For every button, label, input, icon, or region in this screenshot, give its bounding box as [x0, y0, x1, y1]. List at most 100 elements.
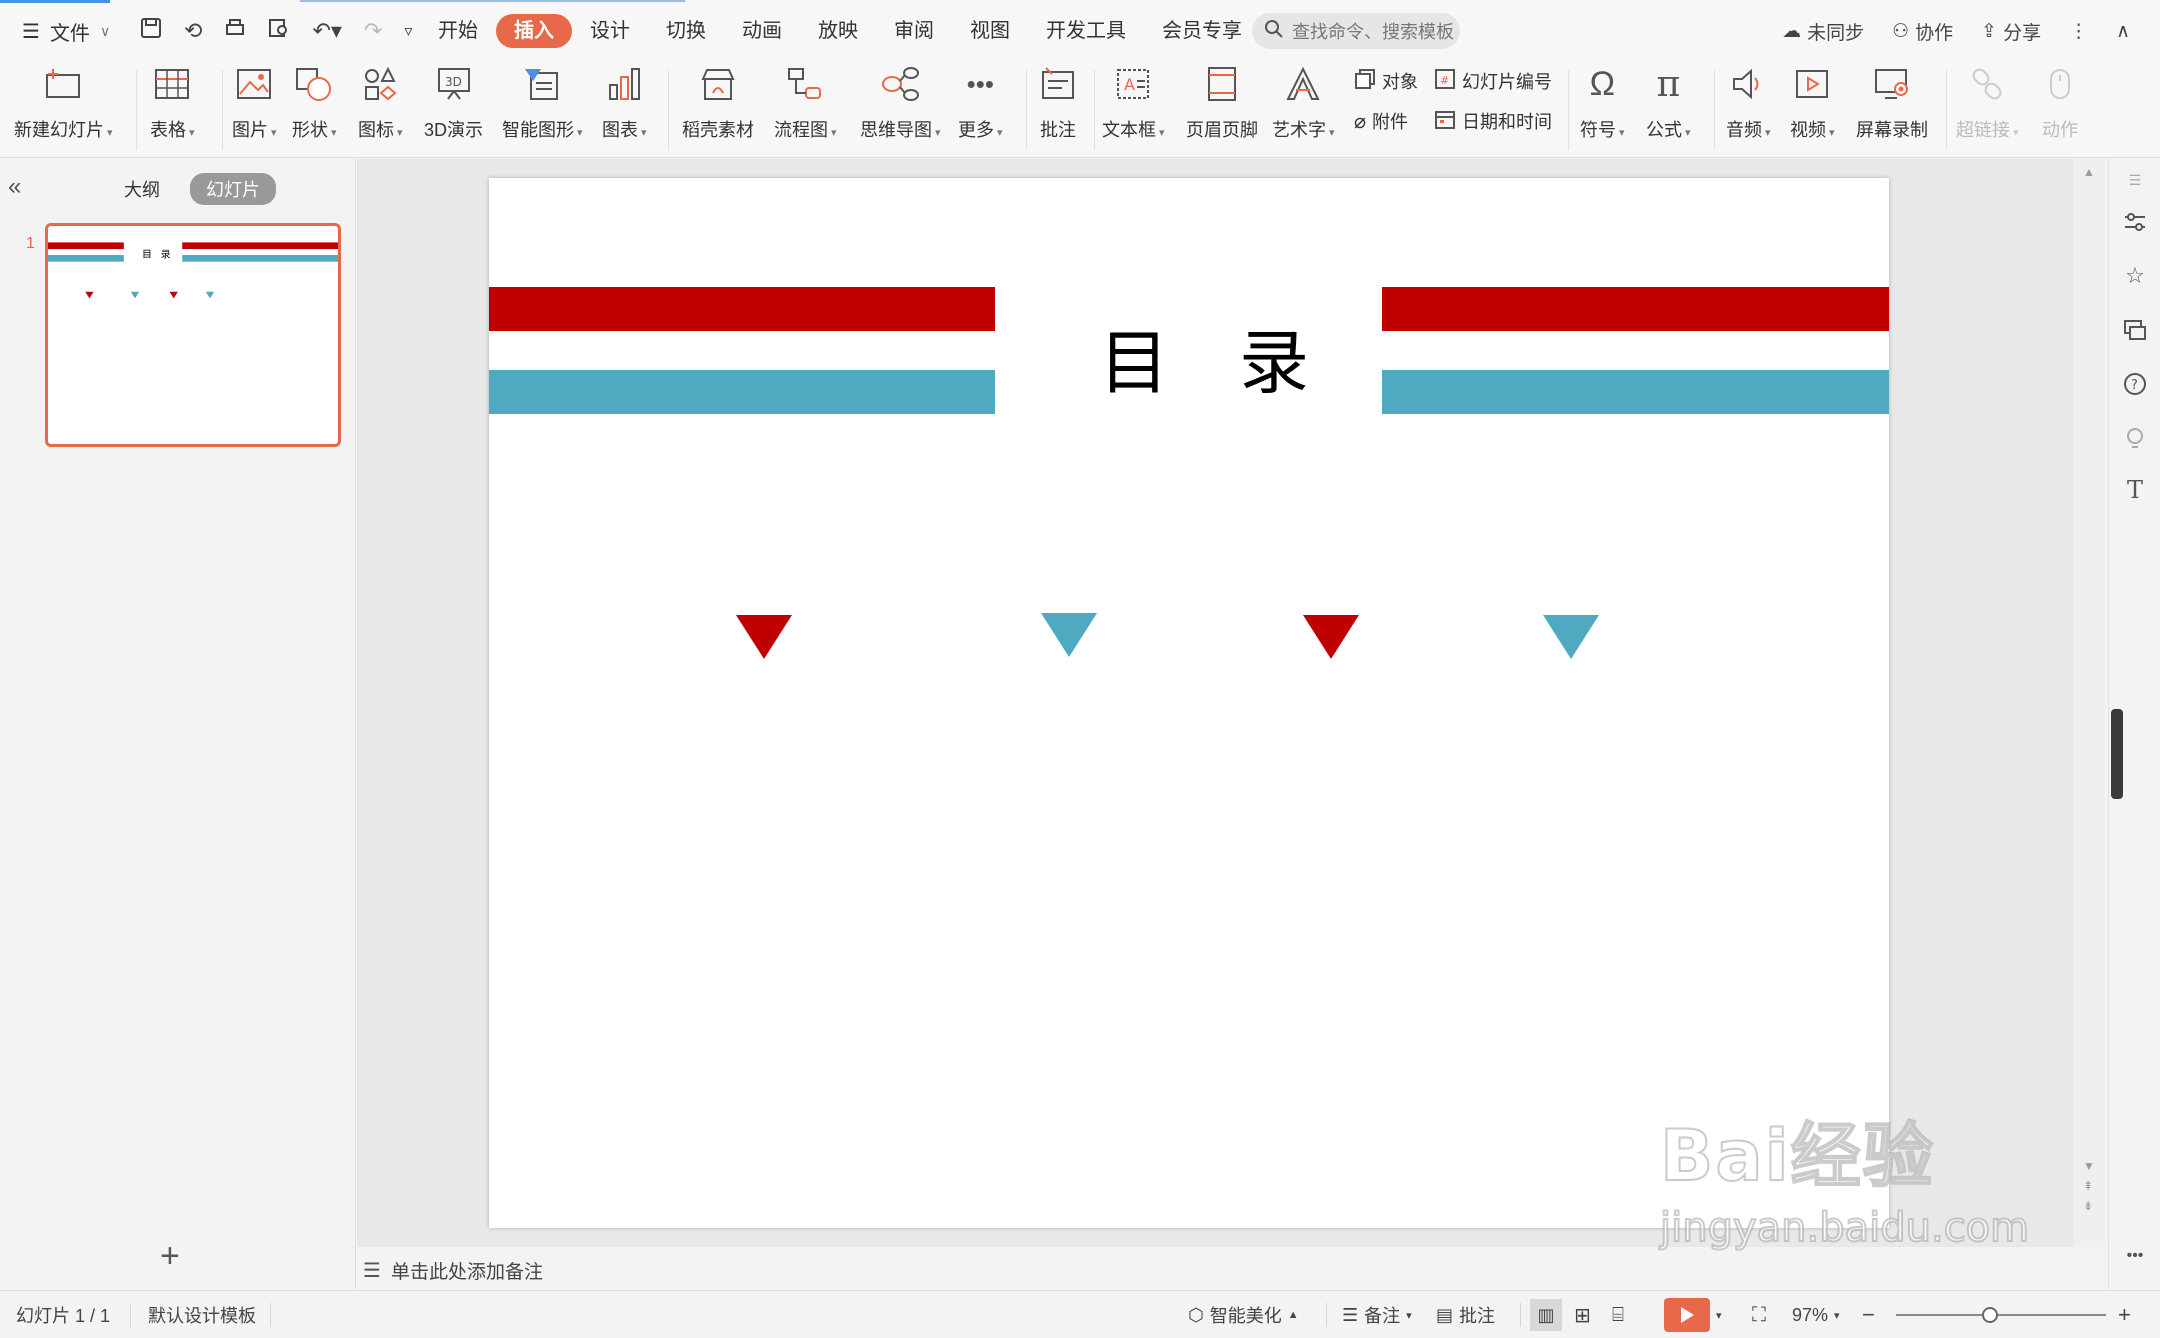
notes-bar[interactable]: ☰ 单击此处添加备注 — [357, 1250, 2107, 1290]
attachment-button[interactable]: ⌀ 附件 — [1354, 106, 1408, 136]
header-footer-label: 页眉页脚 — [1186, 120, 1258, 140]
shape-button[interactable]: 形状 ▾ — [292, 62, 337, 158]
zoom-in-button[interactable]: + — [2118, 1291, 2131, 1338]
more-horizontal-icon[interactable]: ••• — [2122, 1243, 2148, 1269]
next-slide-icon[interactable]: ⇟ — [2083, 1199, 2093, 1213]
fit-to-window-button[interactable]: ⛶ — [1752, 1291, 1766, 1338]
object-button[interactable]: 对象 — [1354, 66, 1418, 96]
slide-canvas[interactable]: 目 录 — [489, 178, 1889, 1228]
collapse-panel-icon[interactable]: « — [8, 173, 21, 201]
sync-status-button[interactable]: ☁ 未同步 — [1782, 18, 1864, 45]
3d-demo-button[interactable]: 3D 3D演示 — [424, 62, 483, 158]
tab-animations[interactable]: 动画 — [724, 14, 800, 48]
customize-toolbar-icon[interactable]: ▿ — [404, 21, 412, 41]
screen-record-button[interactable]: 屏幕录制 — [1856, 62, 1928, 158]
print-preview-icon[interactable] — [268, 17, 290, 45]
symbol-button[interactable]: Ω 符号 ▾ — [1580, 62, 1625, 158]
zoom-level[interactable]: 97% ▾ — [1792, 1291, 1840, 1338]
comment-button[interactable]: 批注 — [1038, 62, 1078, 158]
slideshow-play-button[interactable]: ▾ — [1664, 1291, 1722, 1338]
tab-review[interactable]: 审阅 — [876, 14, 952, 48]
notes-toggle-button[interactable]: ☰ 备注 ▾ — [1342, 1291, 1412, 1338]
text-format-icon[interactable]: T — [2122, 476, 2148, 504]
textbox-button[interactable]: A 文本框 ▾ — [1102, 62, 1165, 158]
textbox-icon: A — [1113, 64, 1153, 104]
normal-view-button[interactable]: ▥ — [1530, 1291, 1562, 1338]
settings-sliders-icon[interactable] — [2122, 209, 2148, 235]
material-button[interactable]: 稻壳素材 — [682, 62, 754, 158]
tab-transitions[interactable]: 切换 — [648, 14, 724, 48]
vertical-scrollbar[interactable]: ▲ ▼ ⇞ ⇟ — [2073, 159, 2105, 1247]
more-options-icon[interactable]: ⋮ — [2069, 20, 2088, 43]
lightbulb-icon[interactable] — [2122, 425, 2148, 451]
comments-toggle-button[interactable]: ▤ 批注 — [1436, 1291, 1495, 1338]
star-icon[interactable]: ☆ — [2122, 263, 2148, 289]
print-icon[interactable] — [224, 17, 246, 45]
tab-slides[interactable]: 幻灯片 — [190, 173, 276, 205]
tab-home[interactable]: 开始 — [420, 14, 496, 48]
slide-thumbnail[interactable]: 目 录 — [45, 223, 341, 447]
triangle-red-1[interactable] — [736, 615, 792, 659]
table-button[interactable]: 表格 ▾ — [150, 62, 195, 158]
mindmap-button[interactable]: 思维导图 ▾ — [860, 62, 941, 158]
tab-developer[interactable]: 开发工具 — [1028, 14, 1144, 48]
slides-panel: « 大纲 幻灯片 1 目 录 + — [0, 159, 356, 1289]
triangle-red-2[interactable] — [1303, 615, 1359, 659]
slide-sorter-button[interactable]: ⊞ — [1574, 1291, 1591, 1338]
wordart-button[interactable]: 艺术字 ▾ — [1272, 62, 1335, 158]
file-menu-button[interactable]: ☰ 文件 ∨ — [22, 14, 110, 48]
video-button[interactable]: 视频 ▾ — [1790, 62, 1835, 158]
date-time-button[interactable]: 日期和时间 — [1434, 106, 1552, 136]
tab-design[interactable]: 设计 — [572, 14, 648, 48]
picture-icon — [234, 64, 274, 104]
picture-button[interactable]: 图片 ▾ — [232, 62, 277, 158]
slide-title[interactable]: 目 录 — [1084, 308, 1324, 418]
collapse-ribbon-icon[interactable]: ∧ — [2116, 20, 2130, 43]
action-button[interactable]: 动作 — [2040, 62, 2080, 158]
format-painter-icon[interactable]: ⟲ — [184, 18, 202, 44]
flowchart-button[interactable]: 流程图 ▾ — [774, 62, 837, 158]
tab-view[interactable]: 视图 — [952, 14, 1028, 48]
formula-button[interactable]: π 公式 ▾ — [1646, 62, 1691, 158]
icon-button[interactable]: 图标 ▾ — [358, 62, 403, 158]
audio-button[interactable]: 音频 ▾ — [1726, 62, 1771, 158]
tab-slideshow[interactable]: 放映 — [800, 14, 876, 48]
smartart-button[interactable]: 智能图形 ▾ — [502, 62, 583, 158]
undo-icon[interactable]: ↶▾ — [312, 18, 341, 44]
right-red-bar[interactable] — [1382, 287, 1889, 331]
help-icon[interactable]: ? — [2122, 371, 2148, 397]
zoom-slider-track[interactable] — [1896, 1314, 2106, 1316]
template-name[interactable]: 默认设计模板 — [148, 1291, 256, 1338]
slide-number-button[interactable]: # 幻灯片编号 — [1434, 66, 1552, 96]
triangle-teal-2[interactable] — [1543, 615, 1599, 659]
chart-button[interactable]: 图表 ▾ — [602, 62, 647, 158]
new-slide-button[interactable]: 新建幻灯片 ▾ — [14, 62, 113, 158]
left-teal-bar[interactable] — [489, 370, 995, 414]
right-teal-bar[interactable] — [1382, 370, 1889, 414]
command-search[interactable]: 查找命令、搜索模板 — [1252, 13, 1460, 49]
tab-member[interactable]: 会员专享 — [1144, 14, 1260, 48]
prev-slide-icon[interactable]: ⇞ — [2083, 1179, 2093, 1193]
tab-insert[interactable]: 插入 — [496, 14, 572, 48]
add-slide-icon[interactable]: + — [160, 1237, 180, 1276]
reading-view-button[interactable]: ⌸ — [1612, 1291, 1624, 1338]
header-footer-button[interactable]: 页眉页脚 — [1186, 62, 1258, 158]
hyperlink-button[interactable]: 超链接 ▾ — [1956, 62, 2019, 158]
scroll-down-icon[interactable]: ▼ — [2083, 1159, 2095, 1173]
wordart-icon — [1283, 64, 1323, 104]
redo-icon[interactable]: ↷ — [364, 18, 382, 44]
more-button[interactable]: ••• 更多 ▾ — [958, 62, 1003, 158]
collaborate-button[interactable]: ⚇ 协作 — [1892, 18, 1953, 45]
smart-beautify-button[interactable]: ⬡ 智能美化 ▲ — [1188, 1291, 1299, 1338]
scroll-up-icon[interactable]: ▲ — [2083, 165, 2095, 179]
shape-icon — [294, 64, 334, 104]
tab-outline[interactable]: 大纲 — [108, 173, 176, 205]
slide-switch-icon[interactable] — [2122, 317, 2148, 343]
zoom-slider-knob[interactable] — [1982, 1307, 1998, 1323]
save-icon[interactable] — [140, 17, 162, 45]
share-button[interactable]: ⇪ 分享 — [1981, 18, 2041, 45]
triangle-teal-1[interactable] — [1041, 613, 1097, 657]
zoom-out-button[interactable]: − — [1862, 1291, 1875, 1338]
pane-resize-grip[interactable] — [2111, 709, 2123, 799]
left-red-bar[interactable] — [489, 287, 995, 331]
